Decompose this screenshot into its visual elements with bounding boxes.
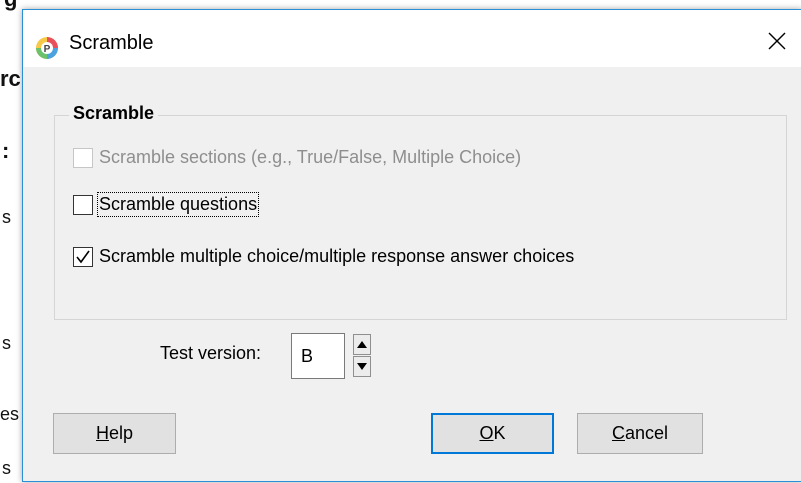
scramble-sections-label: Scramble sections (e.g., True/False, Mul… [99,147,522,167]
close-button[interactable] [753,18,801,64]
background-text-fragment: s [2,333,11,353]
spin-up-icon [357,341,367,348]
checkmark-icon [76,250,90,263]
ok-mnemonic: O [479,423,494,443]
cancel-button[interactable]: Cancel [577,413,703,454]
test-version-label: Test version: [160,343,262,363]
scramble-sections-option: Scramble sections (e.g., True/False, Mul… [73,147,521,168]
background-text-fragment: : [2,138,10,163]
spin-down-button[interactable] [353,356,371,377]
scramble-sections-checkbox [73,147,93,168]
ok-label-rest: K [493,423,506,443]
scramble-groupbox [54,115,787,320]
scramble-answer-choices-label[interactable]: Scramble multiple choice/multiple respon… [99,246,574,267]
cancel-mnemonic: C [611,423,625,443]
help-mnemonic: H [95,423,109,443]
scramble-questions-option[interactable]: Scramble questions [73,192,260,217]
background-text-fragment: es [0,404,20,424]
spin-down-icon [357,363,367,370]
groupbox-title: Scramble [69,103,159,124]
app-logo-icon: P [36,37,58,59]
close-icon [768,32,786,50]
scramble-answer-choices-option[interactable]: Scramble multiple choice/multiple respon… [73,246,574,267]
background-text-fragment: s [2,458,11,478]
scramble-answer-choices-checkbox[interactable] [73,246,93,267]
scramble-dialog: P Scramble Scramble Scramble sections (e… [22,9,801,482]
cancel-label-rest: ancel [624,423,669,443]
scramble-questions-label[interactable]: Scramble questions [96,192,260,217]
test-version-input[interactable] [291,333,345,379]
scramble-questions-checkbox[interactable] [73,194,93,215]
help-label-rest: elp [108,423,134,443]
ok-button[interactable]: OK [431,413,554,454]
background-text-fragment: g [4,0,17,12]
svg-text:P: P [44,44,51,55]
background-text-fragment: rc [0,66,21,91]
help-button[interactable]: Help [53,413,176,454]
spin-up-button[interactable] [353,334,371,355]
dialog-title: Scramble [69,32,154,54]
title-bar[interactable]: P Scramble [23,10,801,67]
background-text-fragment: s [2,207,11,227]
